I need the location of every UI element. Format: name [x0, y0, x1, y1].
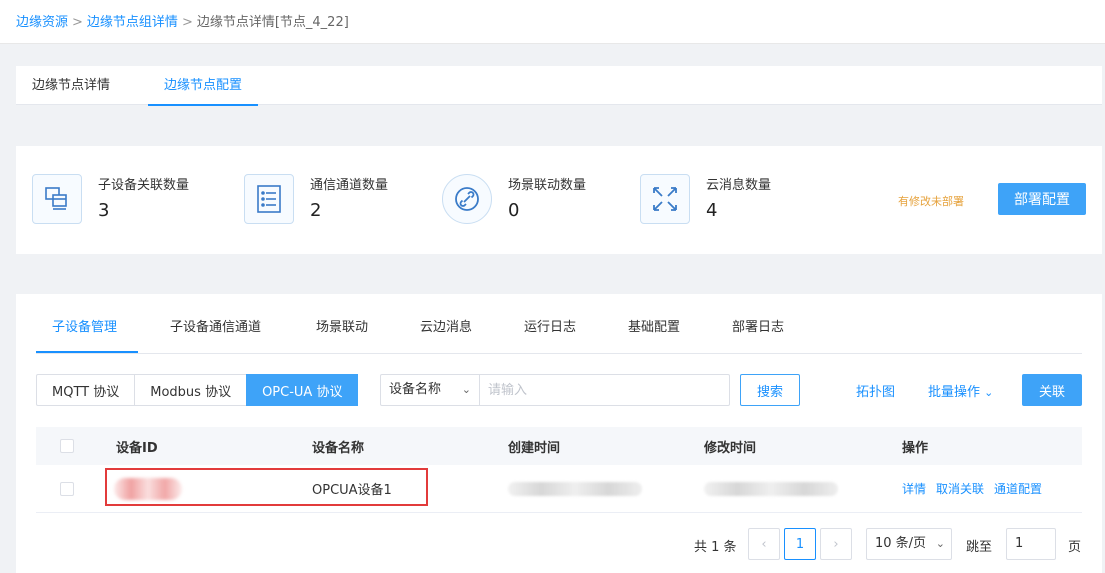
- stat-value: 2: [310, 200, 322, 221]
- stat-label: 场景联动数量: [508, 178, 587, 193]
- device-table: 设备ID 设备名称 创建时间 修改时间 操作 OPCUA设备1 详情 取消关联 …: [36, 427, 1082, 513]
- tab-subdevice-channel[interactable]: 子设备通信通道: [170, 316, 261, 335]
- tab-basic-config[interactable]: 基础配置: [628, 316, 680, 335]
- device-name-cell: OPCUA设备1: [312, 483, 392, 498]
- stat-label: 子设备关联数量: [98, 178, 190, 193]
- stat-value: 3: [98, 200, 110, 221]
- tab-node-config[interactable]: 边缘节点配置: [147, 66, 259, 106]
- breadcrumb-separator: >: [181, 15, 193, 30]
- tab-node-detail[interactable]: 边缘节点详情: [32, 66, 110, 105]
- page-size-select[interactable]: 10 条/页 ⌄: [866, 528, 952, 560]
- stats-card: 子设备关联数量 3 通信通道数量 2 场景联动数量 0 云消息数量 4 有修改未…: [16, 146, 1102, 254]
- tab-scene-linkage[interactable]: 场景联动: [316, 316, 368, 335]
- table-header: 设备ID 设备名称 创建时间 修改时间 操作: [36, 427, 1082, 465]
- link-icon: [442, 174, 492, 224]
- list-icon: [244, 174, 294, 224]
- page-number-button[interactable]: 1: [784, 528, 816, 560]
- stat-label: 云消息数量: [706, 178, 772, 193]
- jump-label: 跳至: [966, 540, 993, 555]
- chevron-down-icon: ⌄: [935, 537, 945, 550]
- stat-label: 通信通道数量: [310, 178, 389, 193]
- subdevice-panel: 子设备管理 子设备通信通道 场景联动 云边消息 运行日志 基础配置 部署日志 M…: [16, 294, 1102, 573]
- batch-operation-dropdown[interactable]: 批量操作 ⌄: [928, 381, 993, 400]
- next-page-button[interactable]: ›: [820, 528, 852, 560]
- breadcrumb: 边缘资源 > 边缘节点组详情 > 边缘节点详情[节点_4_22]: [0, 0, 1105, 44]
- arrows-icon: [640, 174, 690, 224]
- protocol-modbus-button[interactable]: Modbus 协议: [134, 374, 248, 406]
- deploy-config-button[interactable]: 部署配置: [998, 183, 1086, 215]
- protocol-mqtt-button[interactable]: MQTT 协议: [36, 374, 136, 406]
- unsaved-changes-notice: 有修改未部署: [898, 195, 964, 208]
- column-header-created: 创建时间: [508, 440, 561, 456]
- tab-cloud-edge-message[interactable]: 云边消息: [420, 316, 472, 335]
- unassociate-link[interactable]: 取消关联: [936, 480, 984, 497]
- tab-subdevice-management[interactable]: 子设备管理: [52, 316, 117, 335]
- row-checkbox[interactable]: [60, 481, 74, 496]
- search-field-label: 设备名称: [389, 382, 442, 397]
- page-size-label: 10 条/页: [875, 536, 927, 551]
- select-all-checkbox[interactable]: [60, 439, 74, 453]
- created-time-redacted: [508, 481, 642, 496]
- prev-page-button[interactable]: ‹: [748, 528, 780, 560]
- total-count: 共 1 条: [694, 540, 737, 555]
- search-input[interactable]: [479, 374, 730, 406]
- modified-time-redacted: [704, 481, 838, 496]
- top-tab-bar: 边缘节点详情 边缘节点配置: [16, 66, 1102, 106]
- device-stack-icon: [32, 174, 82, 224]
- sub-tab-bar: 子设备管理 子设备通信通道 场景联动 云边消息 运行日志 基础配置 部署日志: [36, 294, 1082, 354]
- protocol-opcua-button[interactable]: OPC-UA 协议: [246, 374, 359, 406]
- tab-deploy-log[interactable]: 部署日志: [732, 316, 784, 335]
- page-suffix-label: 页: [1068, 540, 1082, 555]
- breadcrumb-link-edge-resources[interactable]: 边缘资源: [16, 15, 68, 30]
- column-header-device-id: 设备ID: [116, 440, 158, 456]
- breadcrumb-separator: >: [72, 15, 83, 30]
- stat-value: 0: [508, 200, 520, 221]
- device-id-redacted: [114, 477, 182, 500]
- chevron-down-icon: ⌄: [461, 383, 471, 396]
- column-header-modified: 修改时间: [704, 440, 757, 456]
- stat-value: 4: [706, 200, 718, 221]
- topology-link[interactable]: 拓扑图: [856, 381, 895, 400]
- active-tab-indicator: [36, 351, 138, 353]
- breadcrumb-current: 边缘节点详情[节点_4_22]: [196, 15, 349, 30]
- batch-operation-label: 批量操作: [928, 385, 981, 400]
- table-row: OPCUA设备1 详情 取消关联 通道配置: [36, 465, 1082, 513]
- search-button[interactable]: 搜索: [740, 374, 800, 406]
- pagination: 共 1 条 ‹ 1 › 10 条/页 ⌄ 跳至 1 页: [16, 528, 1102, 560]
- channel-config-link[interactable]: 通道配置: [994, 480, 1042, 497]
- tab-runtime-log[interactable]: 运行日志: [524, 316, 576, 335]
- column-header-actions: 操作: [902, 440, 929, 456]
- detail-link[interactable]: 详情: [902, 480, 926, 497]
- chevron-down-icon: ⌄: [984, 386, 994, 399]
- column-header-device-name: 设备名称: [312, 440, 365, 456]
- protocol-toggle-group: MQTT 协议 Modbus 协议 OPC-UA 协议: [36, 374, 359, 406]
- jump-page-input[interactable]: 1: [1006, 528, 1056, 560]
- associate-button[interactable]: 关联: [1022, 374, 1082, 406]
- breadcrumb-link-node-group[interactable]: 边缘节点组详情: [87, 15, 178, 30]
- search-field-select[interactable]: 设备名称 ⌄: [380, 374, 480, 406]
